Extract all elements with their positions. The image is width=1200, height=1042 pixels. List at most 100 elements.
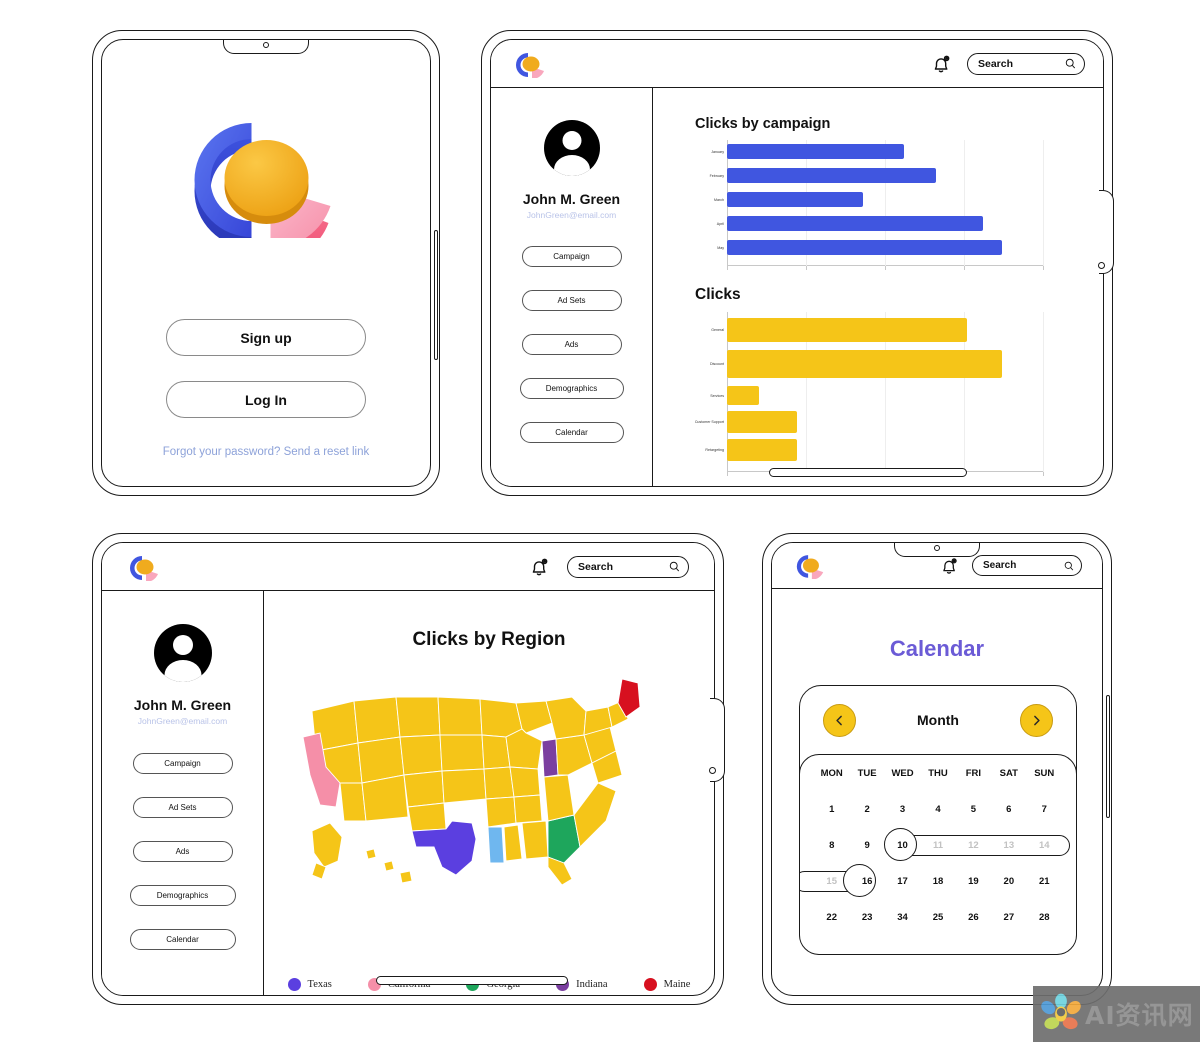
login-tablet-device: Sign up Log In Forgot your password? Sen…	[92, 30, 440, 496]
calendar-day[interactable]: 3	[885, 791, 920, 827]
calendar-day[interactable]: 27	[991, 899, 1026, 935]
sidebar-item-ad-sets[interactable]: Ad Sets	[132, 797, 233, 818]
watermark: AI资讯网	[1033, 986, 1200, 1042]
calendar-day[interactable]: 17	[885, 863, 920, 899]
search-input[interactable]: Search	[567, 555, 689, 578]
user-name: John M. Green	[522, 191, 621, 207]
bar-label: General	[711, 328, 724, 332]
brand-logo-icon	[794, 552, 826, 580]
bar-label: April	[716, 221, 724, 226]
calendar-day[interactable]: 26	[956, 899, 991, 935]
calendar-day[interactable]: 18	[920, 863, 955, 899]
dashboard-nav-list: Campaign Ad Sets Ads Demographics Calend…	[491, 246, 652, 443]
next-month-button[interactable]	[1019, 703, 1053, 737]
calendar-day[interactable]: 13	[991, 827, 1026, 863]
calendar-day[interactable]: 19	[956, 863, 991, 899]
sidebar-item-demographics[interactable]: Demographics	[129, 885, 236, 906]
search-placeholder: Search	[578, 560, 614, 573]
calendar-day[interactable]: 9	[849, 827, 884, 863]
calendar-day[interactable]: 7	[1027, 791, 1062, 827]
dow-thu: THU	[928, 767, 948, 779]
sidebar-item-demographics[interactable]: Demographics	[519, 378, 624, 399]
bar	[727, 216, 983, 231]
legend-item-maine[interactable]: Maine	[643, 978, 690, 991]
calendar-day[interactable]: 34	[885, 899, 920, 935]
calendar-day[interactable]: 15	[814, 863, 849, 899]
sidebar-item-ads[interactable]: Ads	[521, 334, 622, 355]
reset-password-link[interactable]: Forgot your password? Send a reset link	[163, 446, 369, 458]
calendar-day[interactable]: 21	[1027, 863, 1062, 899]
search-placeholder: Search	[978, 57, 1014, 70]
calendar-day[interactable]: 1	[814, 791, 849, 827]
legend-label: Texas	[307, 979, 332, 990]
notification-bell-icon[interactable]	[938, 555, 960, 577]
chevron-left-icon	[836, 715, 842, 725]
calendar-day[interactable]: 2	[849, 791, 884, 827]
volume-button[interactable]	[434, 230, 438, 360]
calendar-day[interactable]: 5	[956, 791, 991, 827]
dow-wed: WED	[891, 767, 914, 779]
calendar-day-selected-end[interactable]: 16	[849, 863, 884, 899]
sidebar-item-campaign[interactable]: Campaign	[132, 753, 233, 774]
user-avatar	[153, 624, 212, 682]
calendar-screen-area: Search Calendar Month MON TUE WED THU FR…	[771, 542, 1103, 996]
search-placeholder: Search	[983, 560, 1017, 571]
home-indicator[interactable]	[376, 976, 568, 985]
calendar-day[interactable]: 14	[1027, 827, 1062, 863]
calendar-day[interactable]: 22	[814, 899, 849, 935]
bar-row: May	[717, 240, 1043, 255]
calendar-day[interactable]: 20	[991, 863, 1026, 899]
chart-clicks: General Discount Services Customer Suppo…	[695, 312, 1044, 476]
calendar-day[interactable]: 8	[814, 827, 849, 863]
calendar-day[interactable]: 6	[991, 791, 1026, 827]
sidebar-item-ad-sets[interactable]: Ad Sets	[521, 290, 622, 311]
prev-month-button[interactable]	[823, 703, 856, 737]
search-input[interactable]: Search	[967, 52, 1085, 75]
brand-logo-icon	[127, 553, 161, 582]
sidebar-item-calendar[interactable]: Calendar	[129, 929, 236, 950]
bar	[727, 318, 968, 342]
sidebar-item-ads[interactable]: Ads	[132, 841, 233, 862]
dow-sun: SUN	[1034, 767, 1055, 779]
legend-item-texas[interactable]: Texas	[287, 978, 332, 991]
calendar-day-selected-start[interactable]: 10	[885, 827, 920, 863]
notification-bell-icon[interactable]	[929, 52, 953, 76]
axis-tick	[1043, 472, 1044, 476]
gridline	[1043, 140, 1044, 266]
calendar-day[interactable]: 25	[920, 899, 955, 935]
bar-label: Retargeting	[705, 448, 724, 452]
watermark-text: AI资讯网	[1085, 1001, 1194, 1030]
axis-tick	[727, 472, 728, 476]
bar-row: General	[711, 318, 1043, 342]
bar-label: Services	[710, 393, 724, 398]
calendar-day[interactable]: 12	[956, 827, 991, 863]
user-name: John M. Green	[133, 697, 232, 713]
calendar-day[interactable]: 23	[849, 899, 884, 935]
legend-color-swatch	[643, 978, 657, 991]
front-camera-notch	[894, 543, 980, 557]
login-screen-area: Sign up Log In Forgot your password? Sen…	[101, 39, 431, 487]
sidebar-item-campaign[interactable]: Campaign	[521, 246, 622, 267]
search-input[interactable]: Search	[972, 555, 1082, 576]
home-indicator[interactable]	[769, 468, 967, 477]
avatar-body	[164, 660, 201, 682]
bar-label: Customer Support	[694, 420, 724, 424]
calendar-day[interactable]: 28	[1027, 899, 1062, 935]
gridline	[1043, 312, 1044, 472]
calendar-day[interactable]: 4	[920, 791, 955, 827]
avatar-head	[562, 131, 581, 150]
user-avatar	[543, 120, 600, 176]
signup-button[interactable]: Sign up	[166, 319, 366, 356]
bar	[727, 386, 759, 405]
bar	[727, 240, 1002, 255]
usa-choropleth-map[interactable]	[296, 671, 648, 886]
calendar-week-row: 15 16 17 18 19 20 21	[800, 863, 1076, 899]
search-icon	[669, 561, 680, 572]
notification-bell-icon[interactable]	[527, 555, 551, 579]
login-button[interactable]: Log In	[166, 381, 366, 418]
sidebar-item-calendar[interactable]: Calendar	[519, 422, 624, 443]
volume-button[interactable]	[1106, 695, 1110, 818]
calendar-week-row: 8 9 10 11 12 13 14	[800, 827, 1076, 863]
axis-tick	[964, 266, 965, 270]
calendar-day[interactable]: 11	[920, 827, 955, 863]
